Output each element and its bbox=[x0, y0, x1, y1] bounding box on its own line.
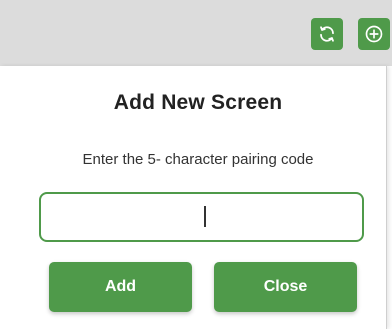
pairing-code-input[interactable] bbox=[39, 192, 364, 242]
refresh-icon bbox=[320, 26, 334, 42]
close-button[interactable]: Close bbox=[214, 262, 357, 312]
add-screen-button[interactable] bbox=[358, 18, 390, 50]
dialog-title: Add New Screen bbox=[113, 91, 283, 114]
add-button[interactable]: Add bbox=[49, 262, 192, 312]
text-caret bbox=[204, 206, 206, 227]
refresh-button[interactable] bbox=[311, 18, 343, 50]
plus-circle-icon bbox=[365, 25, 383, 43]
top-toolbar bbox=[0, 0, 392, 66]
pairing-code-instruction: Enter the 5- character pairing code bbox=[82, 151, 314, 168]
